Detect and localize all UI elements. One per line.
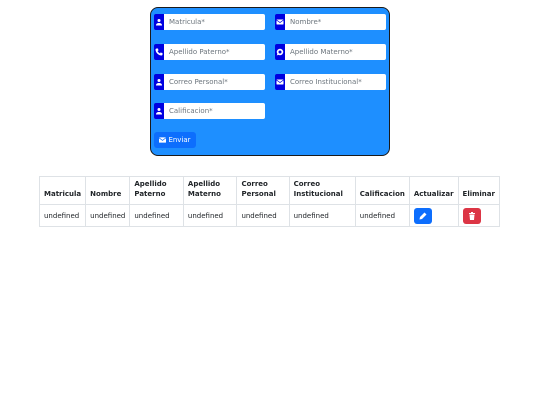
correo-personal-input[interactable] [164,74,265,90]
cell-matricula: undefined [38,204,87,227]
nombre-field [275,14,386,30]
correo-personal-field [154,74,265,90]
students-table: Matricula Nombre Apellido Paterno Apelli… [38,176,501,227]
cell-eliminar [457,204,501,227]
pencil-icon [419,212,427,219]
apellido-materno-input[interactable] [285,44,386,60]
person-icon [154,74,164,90]
correo-institucional-input[interactable] [285,74,386,90]
header-correo-personal: Correo Personal [236,176,290,205]
cell-correo-institucional: undefined [288,204,356,227]
header-correo-institucional: Correo Institucional [288,176,356,205]
correo-institucional-field [275,74,386,90]
calificacion-field [154,103,265,119]
matricula-input[interactable] [164,14,265,30]
apellido-paterno-field [154,44,265,60]
calificacion-input[interactable] [164,103,265,119]
cell-correo-personal: undefined [236,204,290,227]
cell-calificacion: undefined [354,204,410,227]
envelope-icon [275,74,285,90]
cell-apellido-paterno: undefined [129,204,184,227]
nombre-input[interactable] [285,14,386,30]
eliminar-button[interactable] [462,207,481,224]
table-row: undefined undefined undefined undefined … [38,204,501,227]
actualizar-button[interactable] [413,207,432,224]
apellido-materno-field [275,44,386,60]
enviar-button[interactable]: Enviar [154,132,196,148]
enviar-label: Enviar [168,136,191,144]
person-icon [154,14,164,30]
header-actualizar: Actualizar [408,176,459,205]
header-matricula: Matricula [38,176,87,205]
table-header-row: Matricula Nombre Apellido Paterno Apelli… [38,176,501,205]
cell-nombre: undefined [85,204,131,227]
apellido-paterno-input[interactable] [164,44,265,60]
header-nombre: Nombre [85,176,131,205]
header-eliminar: Eliminar [457,176,501,205]
envelope-icon [159,137,167,143]
whatsapp-icon [275,44,285,60]
person-icon [154,103,164,119]
header-apellido-materno: Apellido Materno [182,176,238,205]
header-apellido-paterno: Apellido Paterno [129,176,184,205]
trash-icon [468,211,475,220]
cell-apellido-materno: undefined [182,204,238,227]
header-calificacion: Calificacion [354,176,410,205]
matricula-field [154,14,265,30]
cell-actualizar [408,204,459,227]
envelope-icon [275,14,285,30]
phone-icon [154,44,164,60]
